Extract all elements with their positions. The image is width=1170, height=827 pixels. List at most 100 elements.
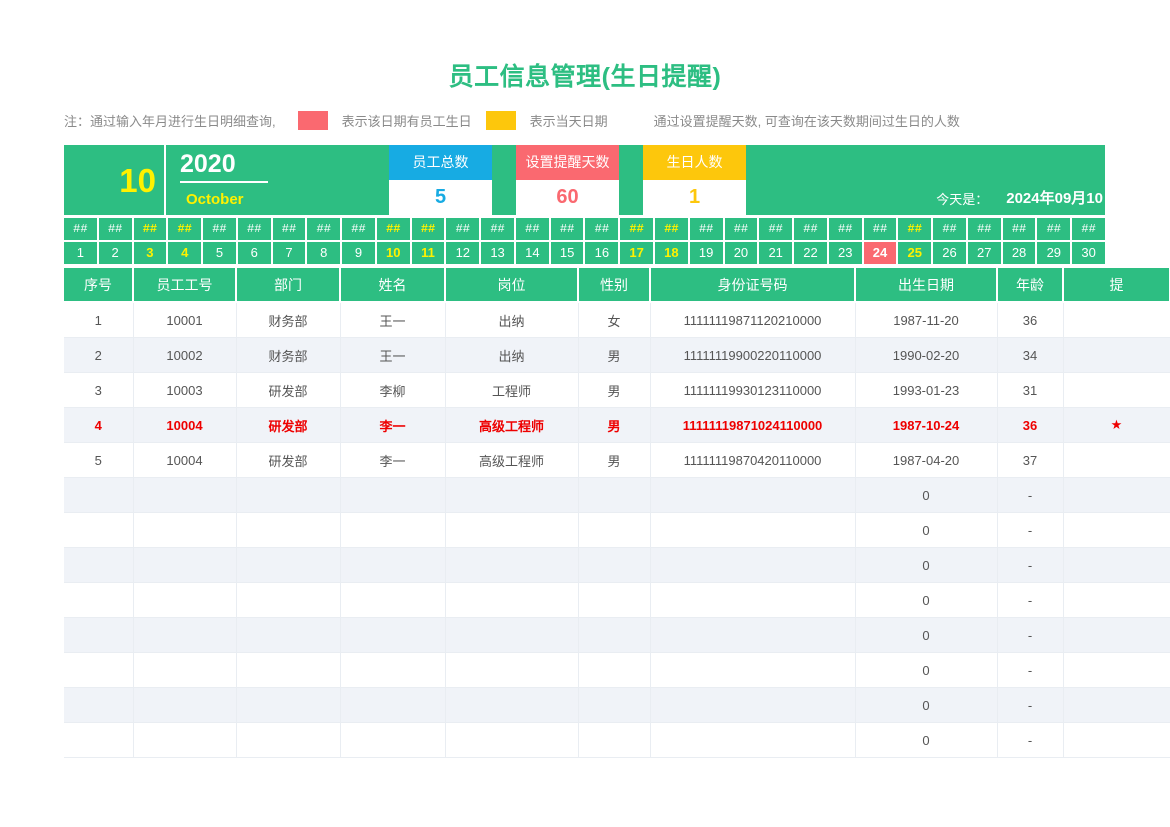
table-cell[interactable] bbox=[340, 687, 446, 723]
table-cell[interactable] bbox=[236, 582, 341, 618]
table-cell[interactable]: 0 bbox=[855, 687, 998, 723]
table-cell[interactable]: 王一 bbox=[340, 302, 446, 338]
table-header-cell[interactable]: 性别 bbox=[578, 268, 651, 303]
calendar-day-cell[interactable]: 9 bbox=[342, 242, 375, 264]
table-header-cell[interactable]: 部门 bbox=[236, 268, 341, 303]
calendar-day-cell[interactable]: 10 bbox=[376, 242, 410, 264]
table-cell[interactable] bbox=[64, 582, 134, 618]
stat-birthday-count-value[interactable]: 1 bbox=[643, 180, 746, 215]
table-cell[interactable]: 0 bbox=[855, 617, 998, 653]
table-cell[interactable]: 10003 bbox=[133, 372, 237, 408]
table-cell[interactable]: 10004 bbox=[133, 407, 237, 443]
table-cell[interactable]: 高级工程师 bbox=[445, 442, 579, 478]
table-cell[interactable]: - bbox=[997, 547, 1064, 583]
calendar-day-cell[interactable]: 24 bbox=[863, 242, 897, 264]
table-cell[interactable]: 出纳 bbox=[445, 337, 579, 373]
table-row[interactable]: 4 10004 研发部 李一 高级工程师男 11111119871024110000 198… bbox=[64, 407, 1170, 443]
table-cell[interactable]: - bbox=[997, 652, 1064, 688]
calendar-day-cell[interactable]: 26 bbox=[933, 242, 966, 264]
table-cell[interactable]: 0 bbox=[855, 547, 998, 583]
table-cell[interactable] bbox=[1063, 372, 1170, 408]
table-row[interactable]: 0- bbox=[64, 477, 1170, 513]
table-cell[interactable] bbox=[445, 652, 579, 688]
calendar-day-cell[interactable]: 19 bbox=[689, 242, 723, 264]
table-cell[interactable]: 11111119871024110000 bbox=[650, 407, 856, 443]
table-cell[interactable] bbox=[1063, 477, 1170, 513]
table-cell[interactable]: 1987-11-20 bbox=[855, 302, 998, 338]
table-cell[interactable] bbox=[133, 617, 237, 653]
table-cell[interactable] bbox=[340, 617, 446, 653]
table-cell[interactable]: 11111119900220110000 bbox=[650, 337, 856, 373]
table-cell[interactable]: 1990-02-20 bbox=[855, 337, 998, 373]
calendar-day-cell[interactable]: 21 bbox=[759, 242, 793, 264]
table-cell[interactable] bbox=[1063, 302, 1170, 338]
table-cell[interactable]: 0 bbox=[855, 477, 998, 513]
table-cell[interactable]: 男 bbox=[578, 442, 651, 478]
table-cell[interactable]: 0 bbox=[855, 652, 998, 688]
table-cell[interactable] bbox=[1063, 512, 1170, 548]
table-cell[interactable]: 4 bbox=[64, 407, 134, 443]
stat-total-employees-value[interactable]: 5 bbox=[389, 180, 492, 215]
table-cell[interactable] bbox=[1063, 337, 1170, 373]
table-cell[interactable] bbox=[64, 687, 134, 723]
table-cell[interactable]: 10001 bbox=[133, 302, 237, 338]
calendar-day-cell[interactable]: 30 bbox=[1072, 242, 1105, 264]
table-cell[interactable]: - bbox=[997, 477, 1064, 513]
table-cell[interactable] bbox=[236, 617, 341, 653]
table-cell[interactable]: 高级工程师 bbox=[445, 407, 579, 443]
table-cell[interactable] bbox=[133, 477, 237, 513]
table-cell[interactable] bbox=[236, 512, 341, 548]
year-month-cell[interactable]: 2020 October bbox=[164, 145, 369, 215]
table-cell[interactable]: 11111119930123110000 bbox=[650, 372, 856, 408]
calendar-day-cell[interactable]: 20 bbox=[724, 242, 758, 264]
table-cell[interactable] bbox=[64, 722, 134, 758]
table-cell[interactable] bbox=[1063, 687, 1170, 723]
table-cell[interactable]: 王一 bbox=[340, 337, 446, 373]
table-header-cell[interactable]: 身份证号码 bbox=[650, 268, 856, 303]
table-cell[interactable] bbox=[1063, 582, 1170, 618]
table-cell[interactable] bbox=[340, 512, 446, 548]
table-cell[interactable] bbox=[1063, 652, 1170, 688]
table-cell[interactable]: 男 bbox=[578, 372, 651, 408]
table-cell[interactable] bbox=[578, 687, 651, 723]
table-header-cell[interactable]: 员工工号 bbox=[133, 268, 237, 303]
table-cell[interactable]: 女 bbox=[578, 302, 651, 338]
table-cell[interactable] bbox=[1063, 722, 1170, 758]
table-row[interactable]: 0- bbox=[64, 582, 1170, 618]
table-cell[interactable]: 0 bbox=[855, 512, 998, 548]
table-cell[interactable]: 财务部 bbox=[236, 302, 341, 338]
table-cell[interactable]: 李一 bbox=[340, 442, 446, 478]
table-cell[interactable] bbox=[236, 722, 341, 758]
table-cell[interactable] bbox=[578, 722, 651, 758]
table-cell[interactable] bbox=[133, 652, 237, 688]
calendar-day-cell[interactable]: 11 bbox=[411, 242, 445, 264]
table-cell[interactable]: 37 bbox=[997, 442, 1064, 478]
table-cell[interactable] bbox=[340, 547, 446, 583]
table-cell[interactable]: 10004 bbox=[133, 442, 237, 478]
calendar-day-cell[interactable]: 15 bbox=[550, 242, 584, 264]
calendar-day-cell[interactable]: 27 bbox=[967, 242, 1001, 264]
table-cell[interactable] bbox=[64, 477, 134, 513]
table-cell[interactable] bbox=[578, 547, 651, 583]
table-cell[interactable] bbox=[578, 512, 651, 548]
table-cell[interactable] bbox=[64, 547, 134, 583]
table-cell[interactable]: 36 bbox=[997, 407, 1064, 443]
table-cell[interactable] bbox=[1063, 617, 1170, 653]
table-cell[interactable] bbox=[445, 512, 579, 548]
table-cell[interactable]: - bbox=[997, 687, 1064, 723]
calendar-day-cell[interactable]: 13 bbox=[481, 242, 514, 264]
table-cell[interactable] bbox=[650, 617, 856, 653]
table-cell[interactable]: 李一 bbox=[340, 407, 446, 443]
table-cell[interactable] bbox=[445, 547, 579, 583]
table-cell[interactable]: 1987-04-20 bbox=[855, 442, 998, 478]
table-cell[interactable] bbox=[578, 652, 651, 688]
stat-reminder-days-value[interactable]: 60 bbox=[516, 180, 619, 215]
table-cell[interactable] bbox=[64, 617, 134, 653]
table-cell[interactable] bbox=[340, 722, 446, 758]
table-cell[interactable] bbox=[133, 687, 237, 723]
calendar-day-cell[interactable]: 28 bbox=[1002, 242, 1036, 264]
table-cell[interactable] bbox=[445, 617, 579, 653]
calendar-day-cell[interactable]: 17 bbox=[620, 242, 654, 264]
month-number-cell[interactable]: 10 bbox=[64, 145, 164, 215]
calendar-day-cell[interactable]: 14 bbox=[515, 242, 549, 264]
